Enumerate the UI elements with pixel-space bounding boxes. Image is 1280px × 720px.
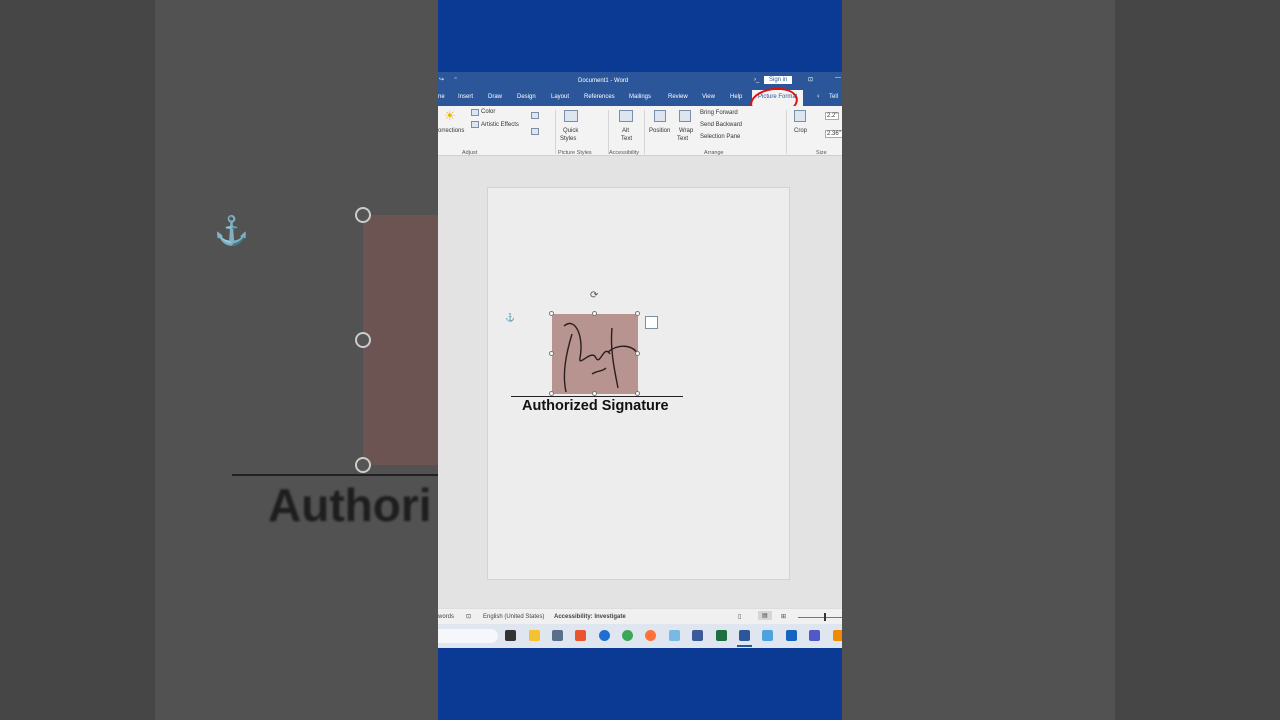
resize-handle [355, 457, 371, 473]
blurred-background-right [842, 0, 1115, 720]
height-field[interactable]: 2.2" [825, 112, 840, 120]
width-field[interactable]: 2.36" [825, 130, 842, 138]
print-layout-icon[interactable]: ▤ [758, 611, 772, 620]
crop-button[interactable]: Crop [794, 128, 807, 134]
alt-text-icon [619, 110, 633, 122]
word-count[interactable]: words [438, 614, 454, 620]
redo-icon[interactable]: ↪ [439, 76, 444, 83]
tab-review[interactable]: Review [668, 94, 688, 100]
quick-styles-button[interactable]: Quick [563, 128, 578, 134]
position-icon [654, 110, 666, 122]
artistic-effects-icon [471, 121, 479, 128]
rotate-handle-icon[interactable]: ⟳ [590, 290, 598, 301]
teams-icon[interactable] [809, 630, 820, 641]
position-button[interactable]: Position [649, 128, 670, 134]
signature-image[interactable] [552, 314, 638, 394]
wrap-text-label[interactable]: Text [677, 136, 688, 142]
group-arrange: Arrange [704, 150, 724, 156]
signature-caption[interactable]: Authorized Signature [522, 398, 669, 414]
reset-picture-icon[interactable] [531, 128, 539, 135]
tab-home[interactable]: ne [438, 94, 445, 100]
file-explorer-icon[interactable] [529, 630, 540, 641]
task-view-icon[interactable] [505, 630, 516, 641]
calculator-icon[interactable] [552, 630, 563, 641]
quick-styles-icon [564, 110, 578, 122]
search-icon[interactable]: ›_ [754, 77, 759, 83]
selection-pane-button[interactable]: Selection Pane [700, 134, 740, 140]
zoomed-caption: Authori [268, 479, 432, 531]
proofing-icon[interactable]: ⊡ [466, 613, 471, 620]
ribbon-display-icon[interactable]: ⊡ [808, 76, 813, 83]
compress-icon[interactable] [531, 112, 539, 119]
minimize-button[interactable]: — [835, 75, 841, 81]
send-backward-button[interactable]: Send Backward [700, 122, 742, 128]
wrap-text-icon [679, 110, 691, 122]
anchor-icon: ⚓ [505, 313, 515, 322]
blue-band-bottom [438, 648, 842, 720]
sign-in-button[interactable]: Sign in [764, 76, 793, 84]
word-window: ↪ ⁼ Document1 - Word ›_ Sign in ⊡ — ne I… [438, 72, 842, 648]
bring-forward-button[interactable]: Bring Forward [700, 110, 738, 116]
zoomed-line [232, 474, 438, 476]
zoomed-signature [363, 215, 443, 465]
crop-icon [794, 110, 806, 122]
tab-layout[interactable]: Layout [551, 94, 569, 100]
document-page[interactable] [487, 187, 790, 580]
remote-desktop-icon[interactable] [692, 630, 703, 641]
accessibility-status[interactable]: Accessibility: Investigate [554, 614, 626, 620]
excel-icon[interactable] [716, 630, 727, 641]
layout-options-button[interactable] [645, 316, 658, 329]
word-icon[interactable] [739, 630, 750, 641]
lightbulb-icon: ♀ [816, 94, 821, 100]
photos-icon[interactable] [762, 630, 773, 641]
tab-help[interactable]: Help [730, 94, 742, 100]
color-button[interactable]: Color [481, 109, 495, 115]
group-picture-styles: Picture Styles [558, 150, 592, 156]
zoom-slider[interactable] [798, 617, 842, 618]
group-accessibility: Accessibility [609, 150, 639, 156]
zoom-slider-thumb[interactable] [824, 613, 826, 621]
alt-text-button[interactable]: Alt [622, 128, 629, 134]
firefox-icon[interactable] [645, 630, 656, 641]
app-icon[interactable] [786, 630, 797, 641]
color-icon [471, 109, 479, 116]
read-mode-icon[interactable]: ▯ [738, 613, 741, 620]
active-indicator [737, 645, 752, 647]
status-bar: words ⊡ English (United States) Accessib… [438, 608, 842, 624]
corrections-icon: ☀ [444, 108, 456, 123]
quick-styles-label[interactable]: Styles [560, 136, 576, 142]
group-adjust: Adjust [462, 150, 478, 156]
signature-scribble [563, 322, 638, 393]
document-title: Document1 - Word [578, 78, 629, 84]
tab-view[interactable]: View [702, 94, 715, 100]
office-icon[interactable] [575, 630, 586, 641]
alt-text-label[interactable]: Text [621, 136, 632, 142]
web-layout-icon[interactable]: ⊞ [781, 613, 786, 620]
edge-icon[interactable] [599, 630, 610, 641]
taskbar [438, 624, 842, 648]
group-size: Size [816, 150, 827, 156]
vlc-icon[interactable] [833, 630, 842, 641]
tab-references[interactable]: References [584, 94, 615, 100]
artistic-effects-button[interactable]: Artistic Effects [481, 122, 519, 128]
signature-line [511, 396, 683, 397]
taskbar-search[interactable] [438, 629, 498, 643]
snipping-tool-icon[interactable] [669, 630, 680, 641]
blue-band-top [438, 0, 842, 72]
customize-icon[interactable]: ⁼ [454, 76, 457, 83]
tab-design[interactable]: Design [517, 94, 536, 100]
resize-handle [355, 332, 371, 348]
tab-mailings[interactable]: Mailings [629, 94, 651, 100]
resize-handle [355, 207, 371, 223]
wrap-text-button[interactable]: Wrap [679, 128, 693, 134]
ribbon: ☀ orrections Color Artistic Effects Adju… [438, 106, 842, 156]
tab-draw[interactable]: Draw [488, 94, 502, 100]
anchor-icon: ⚓ [214, 215, 249, 246]
corrections-button[interactable]: orrections [438, 128, 464, 134]
tab-insert[interactable]: Insert [458, 94, 473, 100]
language[interactable]: English (United States) [483, 614, 544, 620]
tell-me[interactable]: Tell [829, 94, 838, 100]
chrome-icon[interactable] [622, 630, 633, 641]
